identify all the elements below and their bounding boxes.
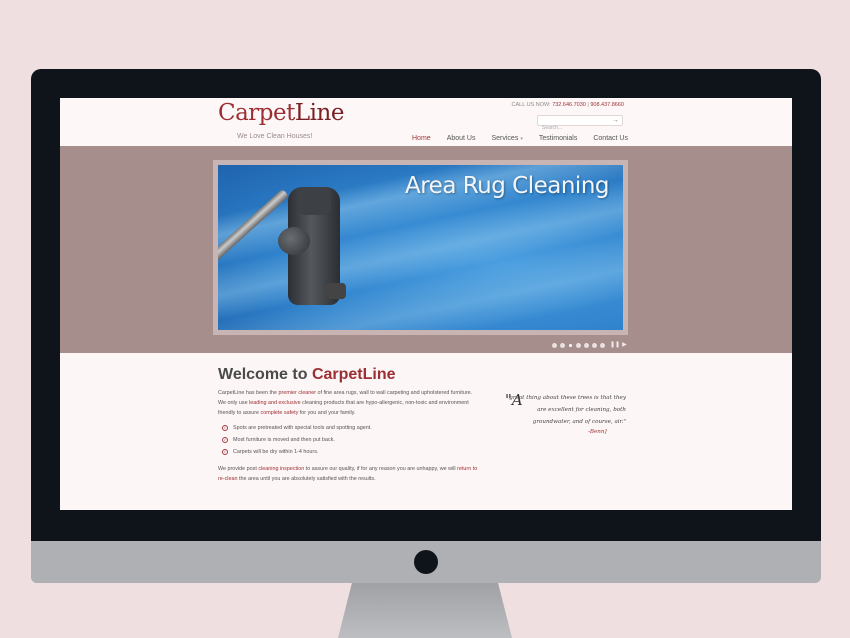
check-circle-icon: ✓ <box>222 425 228 431</box>
vacuum-foot <box>326 283 346 299</box>
call-us: CALL US NOW: 732.646.7030 | 908.437.8660 <box>512 102 624 108</box>
vacuum-wand <box>218 188 290 270</box>
logo-part2: Line <box>294 100 345 126</box>
slide-dot[interactable] <box>552 342 557 348</box>
arrow-right-icon[interactable]: → <box>612 116 619 125</box>
logo-part1: Carpet <box>218 100 295 126</box>
slide-dot[interactable] <box>592 342 597 348</box>
list-item-text: Spots are pretreated with special tools … <box>233 425 372 431</box>
list-item: ✓ Carpets will be dry within 1-4 hours. <box>222 446 372 458</box>
feature-list: ✓ Spots are pretreated with special tools… <box>222 422 372 458</box>
pause-icon[interactable]: ❚❚ <box>610 342 620 348</box>
power-button[interactable] <box>414 550 438 574</box>
phone-1[interactable]: 732.646.7030 <box>552 102 586 108</box>
tagline: We Love Clean Houses! <box>237 133 313 140</box>
slide-frame: Area Rug Cleaning <box>213 160 628 335</box>
link-complete-safety[interactable]: complete safety <box>261 410 299 416</box>
link-cleaning-inspection[interactable]: cleaning inspection <box>258 466 304 472</box>
slide-dot[interactable] <box>584 342 589 348</box>
testimonial-author: -Benn] <box>588 429 607 435</box>
slide-caption: Area Rug Cleaning <box>404 173 610 199</box>
slider-band: Area Rug Cleaning ❚❚ ▶ <box>60 146 792 353</box>
nav-testimonials[interactable]: Testimonials <box>539 135 578 142</box>
list-item-text: Carpets will be dry within 1-4 hours. <box>233 449 319 455</box>
outro-paragraph: We provide post cleaning inspection to a… <box>218 464 480 484</box>
search-input[interactable] <box>538 123 610 133</box>
slide-dot-active[interactable] <box>568 342 573 348</box>
outro-text-1: We provide post <box>218 466 259 472</box>
slider-controls: ❚❚ ▶ <box>552 342 627 348</box>
testimonial-text: great thing about these trees is that th… <box>509 395 626 425</box>
main-nav: Home About Us Services ▾ Testimonials Con… <box>412 133 644 143</box>
nav-services[interactable]: Services ▾ <box>491 135 522 142</box>
intro-paragraph: CarpetLine has been the premier cleaner … <box>218 388 480 418</box>
vacuum-head-top <box>297 187 331 215</box>
check-circle-icon: ✓ <box>222 437 228 443</box>
nav-about-us[interactable]: About Us <box>447 135 476 142</box>
nav-home[interactable]: Home <box>412 135 431 142</box>
welcome-brand: CarpetLine <box>311 366 396 383</box>
welcome-prefix: Welcome to <box>218 366 312 383</box>
list-item-text: Most furniture is moved and then put bac… <box>233 437 335 443</box>
slide-dot[interactable] <box>576 342 581 348</box>
slide-dot[interactable] <box>560 342 565 348</box>
search-box: → <box>537 115 623 133</box>
slide-dot[interactable] <box>600 342 605 348</box>
list-item: ✓ Most furniture is moved and then put ba… <box>222 434 372 446</box>
slide-image[interactable]: Area Rug Cleaning <box>218 165 623 330</box>
caret-down-icon: ▾ <box>520 135 523 142</box>
site-header: CarpetLine We Love Clean Houses! CALL US… <box>60 98 792 146</box>
intro-text-1: CarpetLine has been the <box>218 390 279 396</box>
play-icon[interactable]: ▶ <box>622 342 627 348</box>
nav-services-label: Services <box>491 134 519 142</box>
call-label: CALL US NOW: <box>511 102 553 108</box>
link-premier-cleaner[interactable]: premier cleaner <box>279 390 316 396</box>
phone-2[interactable]: 908.437.8660 <box>590 102 624 108</box>
monitor-stand <box>338 583 512 638</box>
vacuum-neck <box>278 227 310 255</box>
list-item: ✓ Spots are pretreated with special tools… <box>222 422 372 434</box>
welcome-heading: Welcome to CarpetLine <box>218 366 396 384</box>
logo[interactable]: CarpetLine <box>218 100 344 126</box>
screen: CarpetLine We Love Clean Houses! CALL US… <box>60 98 792 510</box>
nav-contact-us[interactable]: Contact Us <box>593 135 628 142</box>
intro-text-4: for you and your family. <box>298 410 356 416</box>
outro-text-2: to assure our quality, if for any reason… <box>304 466 458 472</box>
link-leading-exclusive[interactable]: leading and exclusive <box>249 400 301 406</box>
check-circle-icon: ✓ <box>222 449 228 455</box>
outro-text-3: the area until you are absolutely satisf… <box>237 476 376 482</box>
